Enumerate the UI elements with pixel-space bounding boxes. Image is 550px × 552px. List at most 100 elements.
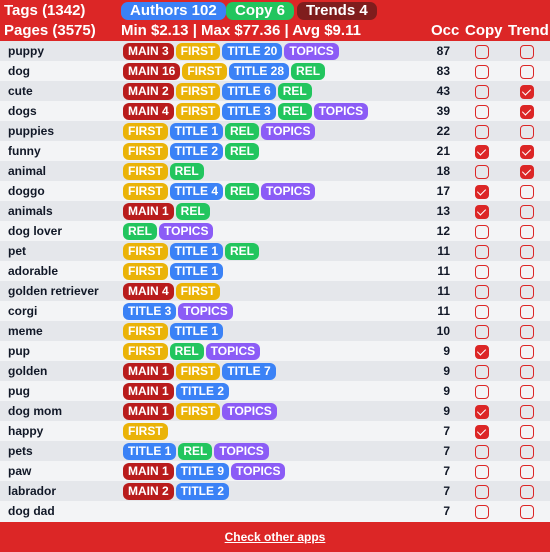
tag-badges: MAIN 1 TITLE 2 <box>123 383 230 400</box>
trend-checkbox[interactable] <box>520 245 534 259</box>
table-row: doggo FIRST TITLE 4 REL TOPICS 17 <box>0 181 550 201</box>
occurrence-count: 9 <box>443 384 450 398</box>
tag-name: dog dad <box>8 504 55 518</box>
tag-badges: FIRST TITLE 4 REL TOPICS <box>123 183 316 200</box>
copy-checkbox[interactable] <box>475 245 489 259</box>
check-other-apps-link[interactable]: Check other apps <box>225 530 326 544</box>
table-row: dog lover REL TOPICS 12 <box>0 221 550 241</box>
column-header-trend[interactable]: Trend <box>508 22 549 39</box>
badge-title: TITLE 6 <box>222 83 276 100</box>
tag-badges: FIRST TITLE 1 REL <box>123 243 260 260</box>
badge-main: MAIN 16 <box>123 63 181 80</box>
badge-topics: TOPICS <box>214 443 269 460</box>
occurrence-count: 7 <box>443 484 450 498</box>
trends-pill[interactable]: Trends 4 <box>297 2 377 20</box>
tag-badges: FIRST TITLE 1 REL TOPICS <box>123 123 316 140</box>
trend-checkbox[interactable] <box>520 445 534 459</box>
trend-checkbox[interactable] <box>520 325 534 339</box>
copy-checkbox[interactable] <box>475 285 489 299</box>
trend-checkbox[interactable] <box>520 265 534 279</box>
badge-first: FIRST <box>123 183 168 200</box>
copy-checkbox[interactable] <box>475 345 489 359</box>
copy-checkbox[interactable] <box>475 465 489 479</box>
copy-checkbox[interactable] <box>475 105 489 119</box>
badge-title: TITLE 1 <box>123 443 177 460</box>
copy-checkbox[interactable] <box>475 125 489 139</box>
trend-checkbox[interactable] <box>520 305 534 319</box>
copy-checkbox[interactable] <box>475 505 489 519</box>
column-header-occ[interactable]: Occ <box>431 22 459 39</box>
badge-rel: REL <box>225 143 260 160</box>
copy-checkbox[interactable] <box>475 45 489 59</box>
trend-checkbox[interactable] <box>520 425 534 439</box>
trend-checkbox[interactable] <box>520 45 534 59</box>
tag-badges: MAIN 1 REL <box>123 203 210 220</box>
copy-checkbox[interactable] <box>475 85 489 99</box>
tag-name: corgi <box>8 304 38 318</box>
badge-topics: TOPICS <box>205 343 261 360</box>
copy-checkbox[interactable] <box>475 185 489 199</box>
occurrence-count: 7 <box>443 464 450 478</box>
trend-checkbox[interactable] <box>520 365 534 379</box>
column-header-copy[interactable]: Copy <box>465 22 503 39</box>
copy-checkbox[interactable] <box>475 165 489 179</box>
occurrence-count: 13 <box>436 204 450 218</box>
trend-checkbox[interactable] <box>520 105 534 119</box>
copy-checkbox[interactable] <box>475 385 489 399</box>
copy-checkbox[interactable] <box>475 365 489 379</box>
badge-title: TITLE 1 <box>169 323 224 340</box>
trend-checkbox[interactable] <box>520 85 534 99</box>
trend-checkbox[interactable] <box>520 485 534 499</box>
badge-topics: TOPICS <box>178 303 233 320</box>
trend-checkbox[interactable] <box>520 405 534 419</box>
badge-rel: REL <box>169 163 204 180</box>
authors-pill[interactable]: Authors 102 <box>121 2 226 20</box>
badge-main: MAIN 1 <box>123 203 174 220</box>
copy-checkbox[interactable] <box>475 425 489 439</box>
badge-title: TITLE 3 <box>222 103 276 120</box>
badge-first: FIRST <box>175 283 221 300</box>
badge-title: TITLE 20 <box>222 43 283 60</box>
copy-checkbox[interactable] <box>475 145 489 159</box>
trend-checkbox[interactable] <box>520 345 534 359</box>
tag-name: labrador <box>8 484 57 498</box>
trend-checkbox[interactable] <box>520 465 534 479</box>
copy-checkbox[interactable] <box>475 305 489 319</box>
tag-badges: MAIN 4 FIRST TITLE 3 REL TOPICS <box>123 103 369 120</box>
occurrence-count: 10 <box>436 324 450 338</box>
tag-name: dog <box>8 64 30 78</box>
occurrence-count: 39 <box>436 104 450 118</box>
pages-count: Pages (3575) <box>4 22 96 39</box>
copy-checkbox[interactable] <box>475 325 489 339</box>
trend-checkbox[interactable] <box>520 165 534 179</box>
occurrence-count: 11 <box>437 264 450 278</box>
table-row: animal FIRST REL 18 <box>0 161 550 181</box>
occurrence-count: 7 <box>443 504 450 518</box>
badge-topics: TOPICS <box>284 43 339 60</box>
trend-checkbox[interactable] <box>520 205 534 219</box>
trend-checkbox[interactable] <box>520 65 534 79</box>
copy-checkbox[interactable] <box>475 485 489 499</box>
trend-checkbox[interactable] <box>520 145 534 159</box>
trend-checkbox[interactable] <box>520 385 534 399</box>
occurrence-count: 22 <box>436 124 450 138</box>
table-row: happy FIRST 7 <box>0 421 550 441</box>
trend-checkbox[interactable] <box>520 185 534 199</box>
trend-checkbox[interactable] <box>520 225 534 239</box>
trend-checkbox[interactable] <box>520 505 534 519</box>
copy-checkbox[interactable] <box>475 265 489 279</box>
tag-name: golden retriever <box>8 284 99 298</box>
copy-checkbox[interactable] <box>475 65 489 79</box>
header: Tags (1342) Authors 102 Copy 6 Trends 4 … <box>0 0 550 41</box>
trend-checkbox[interactable] <box>520 285 534 299</box>
badge-main: MAIN 4 <box>123 103 174 120</box>
copy-checkbox[interactable] <box>475 405 489 419</box>
badge-title: TITLE 1 <box>169 123 224 140</box>
badge-first: FIRST <box>123 243 168 260</box>
copy-checkbox[interactable] <box>475 445 489 459</box>
copy-checkbox[interactable] <box>475 225 489 239</box>
copy-pill[interactable]: Copy 6 <box>226 2 295 20</box>
copy-checkbox[interactable] <box>475 205 489 219</box>
trend-checkbox[interactable] <box>520 125 534 139</box>
badge-title: TITLE 1 <box>169 263 224 280</box>
